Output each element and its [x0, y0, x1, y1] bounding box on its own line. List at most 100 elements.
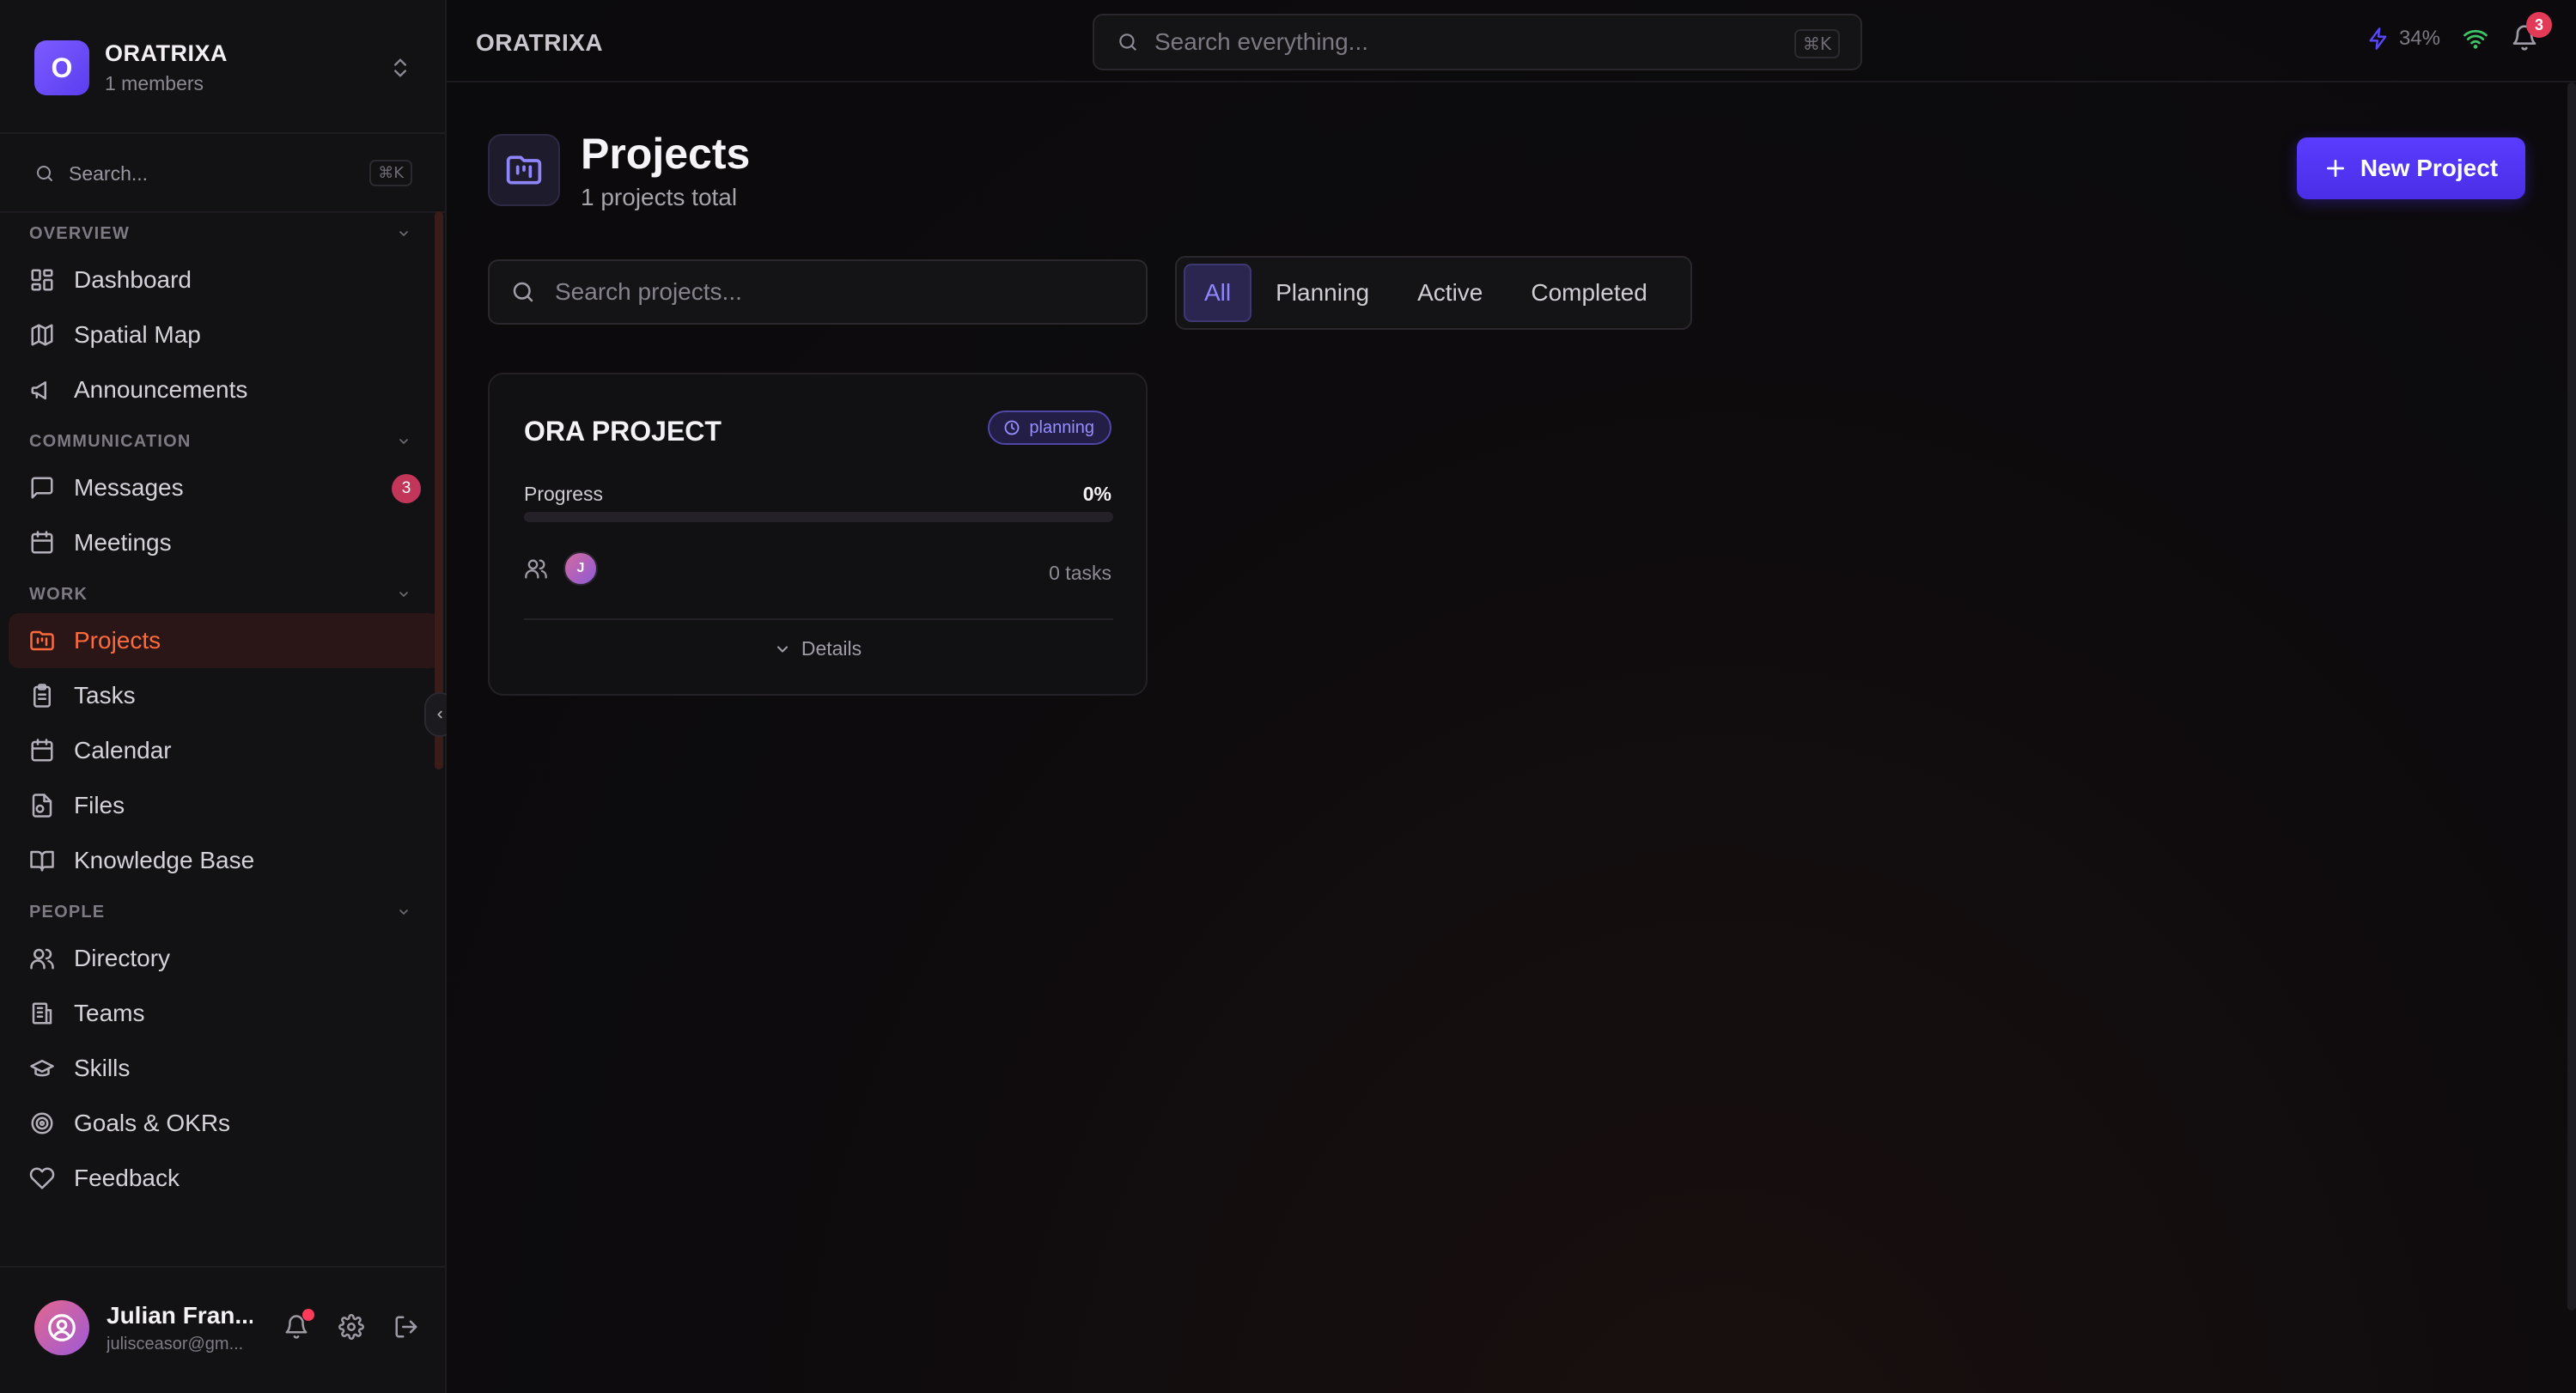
notification-dot [302, 1309, 314, 1321]
sidebar-item-messages[interactable]: Messages 3 [0, 460, 447, 515]
filter-completed[interactable]: Completed [1507, 264, 1671, 322]
sidebar-item-meetings[interactable]: Meetings [0, 515, 447, 570]
section-overview[interactable]: OVERVIEW [0, 215, 447, 252]
user-email: julisceasor@gm... [107, 1334, 244, 1353]
lightning-icon [2369, 27, 2387, 50]
building-icon [32, 1002, 52, 1025]
section-label: WORK [29, 584, 88, 604]
status-area: 34% 3 [2366, 12, 2552, 53]
sidebar-item-label: Meetings [74, 529, 172, 556]
details-label: Details [801, 637, 862, 660]
main-scrollbar[interactable] [2567, 82, 2576, 1311]
plus-icon [2326, 159, 2344, 178]
sidebar-item-directory[interactable]: Directory [0, 931, 447, 986]
project-card[interactable]: ORA PROJECT planning Progress 0% J 0 tas… [488, 373, 1148, 696]
sidebar-item-spatial-map[interactable]: Spatial Map [0, 307, 447, 362]
section-people[interactable]: PEOPLE [0, 893, 447, 931]
workspace-logo: O [34, 40, 89, 95]
section-work[interactable]: WORK [0, 575, 447, 613]
card-divider [524, 618, 1113, 620]
sidebar-item-goals[interactable]: Goals & OKRs [0, 1096, 447, 1151]
sidebar-scrollbar[interactable] [435, 211, 443, 769]
sidebar-item-label: Files [74, 792, 125, 818]
filter-active[interactable]: Active [1393, 264, 1507, 322]
workspace-name: ORATRIXA [105, 40, 228, 66]
message-icon [31, 477, 53, 499]
notifications-button[interactable]: 3 [2511, 12, 2552, 53]
user-notifications-button[interactable] [283, 1309, 314, 1341]
chevron-down-icon [399, 231, 408, 236]
sidebar-search-shortcut: ⌘K [369, 160, 412, 186]
workspace-switcher[interactable]: O ORATRIXA 1 members [34, 40, 412, 96]
sidebar-item-knowledge-base[interactable]: Knowledge Base [0, 833, 447, 888]
avatar[interactable] [34, 1300, 89, 1355]
progress-bar [524, 512, 1113, 522]
new-project-button[interactable]: New Project [2297, 137, 2525, 199]
sidebar-item-label: Calendar [74, 737, 172, 763]
heart-icon [29, 1167, 55, 1189]
folder-kanban-icon [506, 155, 542, 185]
filter-planning[interactable]: Planning [1251, 264, 1393, 322]
sidebar-item-label: Goals & OKRs [74, 1110, 231, 1136]
sidebar-search[interactable]: Search... ⌘K [34, 158, 412, 189]
status-badge: planning [988, 411, 1111, 445]
avatar[interactable]: J [563, 551, 598, 586]
page-subtitle: 1 projects total [581, 184, 738, 210]
top-bar: ORATRIXA ⌘K 34% 3 [447, 0, 2576, 82]
search-icon [1119, 33, 1136, 51]
sidebar-item-announcements[interactable]: Announcements [0, 362, 447, 417]
sidebar-item-dashboard[interactable]: Dashboard [0, 252, 447, 307]
folder-kanban-icon [30, 630, 54, 651]
gear-icon [338, 1314, 364, 1340]
users-icon [525, 559, 547, 579]
sidebar-item-calendar[interactable]: Calendar [0, 723, 447, 778]
chevron-down-icon [399, 909, 408, 915]
project-search-input[interactable] [555, 278, 1113, 306]
global-search-input[interactable] [1154, 28, 1756, 56]
sidebar-item-label: Announcements [74, 376, 248, 403]
messages-badge: 3 [392, 474, 421, 503]
sidebar-item-label: Teams [74, 1000, 145, 1026]
chevron-left-icon [437, 710, 442, 719]
sidebar-item-tasks[interactable]: Tasks [0, 668, 447, 723]
sidebar-item-projects[interactable]: Projects [9, 613, 440, 668]
sidebar-divider [0, 1266, 445, 1268]
user-profile[interactable]: Julian Fran... julisceasor@gm... [34, 1295, 421, 1360]
logout-icon [395, 1316, 417, 1338]
section-label: COMMUNICATION [29, 431, 192, 451]
search-icon [513, 282, 533, 302]
new-project-label: New Project [2360, 155, 2499, 181]
user-circle-icon [48, 1314, 76, 1341]
filter-all[interactable]: All [1184, 264, 1252, 322]
sidebar-divider [0, 211, 445, 213]
sidebar-item-skills[interactable]: Skills [0, 1041, 447, 1096]
battery-level: 34% [2398, 27, 2440, 50]
search-icon [37, 166, 52, 181]
sidebar-item-label: Knowledge Base [74, 847, 255, 873]
page-icon [488, 134, 560, 206]
project-search[interactable] [488, 259, 1148, 325]
settings-button[interactable] [338, 1314, 366, 1341]
target-icon [31, 1112, 53, 1134]
section-communication[interactable]: COMMUNICATION [0, 423, 447, 460]
map-icon [31, 324, 53, 346]
user-name: Julian Fran... [107, 1301, 253, 1329]
users-icon [30, 948, 54, 970]
calendar-icon [31, 739, 53, 762]
sidebar-item-label: Skills [74, 1055, 131, 1081]
sidebar-item-files[interactable]: Files [0, 778, 447, 833]
sidebar-item-teams[interactable]: Teams [0, 986, 447, 1041]
sidebar: O ORATRIXA 1 members Search... ⌘K OVERVI… [0, 0, 455, 1393]
sidebar-item-feedback[interactable]: Feedback [0, 1151, 447, 1206]
wifi-icon [2463, 29, 2488, 49]
sidebar-item-label: Projects [74, 627, 161, 654]
logout-button[interactable] [393, 1314, 421, 1341]
graduation-cap-icon [30, 1060, 54, 1077]
sidebar-item-label: Dashboard [74, 266, 192, 293]
section-label: OVERVIEW [29, 223, 131, 243]
main-content: ORATRIXA ⌘K 34% 3 Projects 1 projects to… [447, 0, 2576, 1393]
global-search[interactable]: ⌘K [1093, 14, 1862, 70]
global-search-shortcut: ⌘K [1793, 29, 1840, 58]
chevrons-up-down-icon[interactable] [388, 53, 412, 82]
details-toggle[interactable]: Details [490, 637, 1146, 660]
